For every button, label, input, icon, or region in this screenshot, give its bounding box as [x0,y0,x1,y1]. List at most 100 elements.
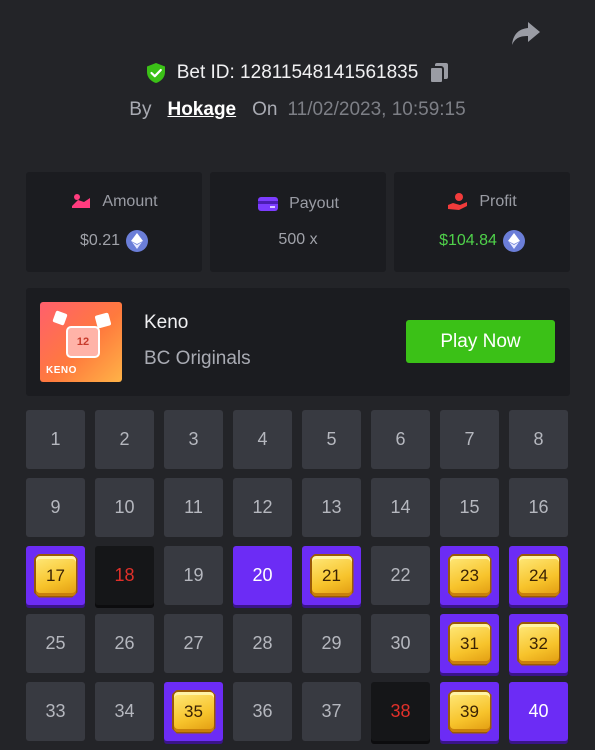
keno-tile[interactable]: 2 [95,410,154,469]
game-card: 12 KENO Keno BC Originals Play Now [26,288,570,396]
keno-tile[interactable]: 23 [440,546,499,605]
game-provider: BC Originals [144,348,251,369]
keno-tile[interactable]: 7 [440,410,499,469]
keno-tile[interactable]: 33 [26,682,85,741]
keno-tile[interactable]: 27 [164,614,223,673]
keno-tile[interactable]: 8 [509,410,568,469]
profit-label: Profit [479,193,517,210]
bet-stats: Amount $0.21 Payout 500 x Profit $104.84 [26,172,570,272]
tile-number: 30 [390,633,411,653]
keno-tile[interactable]: 12 [233,478,292,537]
eth-icon [126,230,149,252]
keno-tile[interactable]: 11 [164,478,223,537]
tile-number: 27 [183,633,204,653]
keno-tile[interactable]: 34 [95,682,154,741]
keno-tile[interactable]: 39 [440,682,499,741]
keno-tile[interactable]: 22 [371,546,430,605]
gold-gem-icon: 39 [447,689,492,734]
keno-tile[interactable]: 17 [26,546,85,605]
keno-tile[interactable]: 28 [233,614,292,673]
on-label: On [252,99,278,120]
tile-number: 18 [114,565,135,585]
keno-tile[interactable]: 26 [95,614,154,673]
keno-tile[interactable]: 37 [302,682,361,741]
keno-tile[interactable]: 1 [26,410,85,469]
tile-number: 29 [321,633,342,653]
payout-card: Payout 500 x [210,172,386,272]
keno-tile[interactable]: 29 [302,614,361,673]
eth-icon [502,230,525,252]
bet-author-row: By Hokage On 11/02/2023, 10:59:15 [0,95,595,125]
keno-logo-text: KENO [46,365,77,376]
keno-tile[interactable]: 4 [233,410,292,469]
keno-tile[interactable]: 14 [371,478,430,537]
tile-number: 1 [50,429,61,449]
copy-icon[interactable] [428,61,450,85]
tile-number: 34 [114,701,135,721]
tile-number: 8 [533,429,544,449]
gold-gem-icon: 32 [516,621,561,666]
tile-number: 12 [252,497,273,517]
keno-tile[interactable]: 3 [164,410,223,469]
gold-gem-icon: 21 [309,553,354,598]
keno-tile[interactable]: 13 [302,478,361,537]
keno-tile[interactable]: 36 [233,682,292,741]
keno-tile[interactable]: 15 [440,478,499,537]
share-arrow-icon [512,22,540,45]
tile-number: 25 [45,633,66,653]
tile-number: 37 [321,701,342,721]
keno-tile[interactable]: 40 [509,682,568,741]
keno-tile[interactable]: 9 [26,478,85,537]
keno-tile[interactable]: 18 [95,546,154,605]
payout-value: 500 x [278,231,318,248]
keno-thumbnail[interactable]: 12 KENO [40,302,122,382]
keno-tile[interactable]: 25 [26,614,85,673]
gold-gem-icon: 23 [447,553,492,598]
keno-tile[interactable]: 35 [164,682,223,741]
dice-icon [52,310,68,326]
bet-id-text: Bet ID: 12811548141561835 [176,62,419,83]
keno-tile[interactable]: 38 [371,682,430,741]
keno-tile[interactable]: 19 [164,546,223,605]
tile-number: 7 [464,429,475,449]
gold-gem-icon: 31 [447,621,492,666]
thumb-number: 12 [66,326,100,358]
profit-value: $104.84 [439,232,497,249]
verified-shield-icon [145,62,167,84]
tile-number: 40 [528,701,549,721]
amount-card: Amount $0.21 [26,172,202,272]
profit-icon [448,193,468,210]
keno-tile[interactable]: 20 [233,546,292,605]
keno-tile[interactable]: 21 [302,546,361,605]
tile-number: 16 [528,497,549,517]
keno-tile[interactable]: 31 [440,614,499,673]
amount-value: $0.21 [79,232,121,249]
gold-gem-icon: 24 [516,553,561,598]
tile-number: 4 [257,429,268,449]
keno-tile[interactable]: 30 [371,614,430,673]
tile-number: 14 [390,497,411,517]
tile-number: 19 [183,565,204,585]
tile-number: 5 [326,429,337,449]
by-label: By [129,99,152,120]
play-now-button[interactable]: Play Now [406,320,555,363]
keno-tile[interactable]: 10 [95,478,154,537]
keno-board: 1 2 3 4 5 6 7 8 9 10 11 12 13 14 15 16 17 18 19 20 21 22 23 24 2… [26,410,572,741]
keno-tile[interactable]: 16 [509,478,568,537]
amount-icon [72,194,91,208]
tile-number: 10 [114,497,135,517]
keno-tile[interactable]: 6 [371,410,430,469]
payout-card-icon [258,197,279,211]
tile-number: 13 [321,497,342,517]
share-button[interactable] [510,20,542,48]
profit-card: Profit $104.84 [394,172,570,272]
tile-number: 38 [390,701,411,721]
amount-label: Amount [102,193,158,210]
bet-datetime: 11/02/2023, 10:59:15 [287,99,466,120]
gold-gem-icon: 35 [171,689,216,734]
keno-tile[interactable]: 5 [302,410,361,469]
username-link[interactable]: Hokage [167,99,236,121]
keno-tile[interactable]: 24 [509,546,568,605]
tile-number: 11 [184,497,203,517]
keno-tile[interactable]: 32 [509,614,568,673]
